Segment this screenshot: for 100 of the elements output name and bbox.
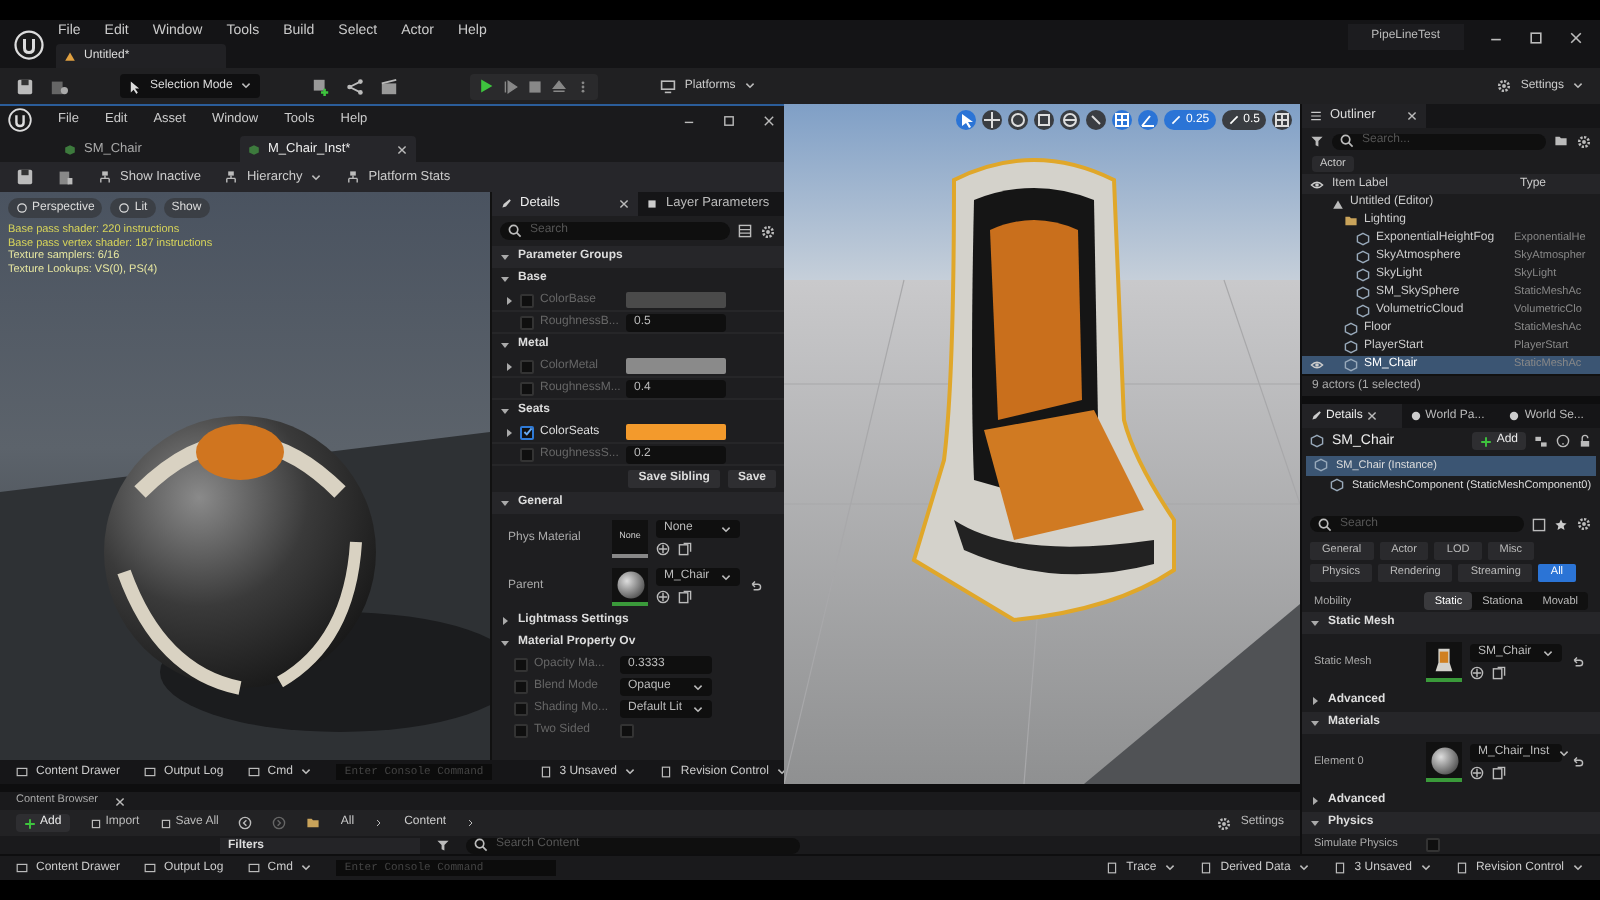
close-icon[interactable] bbox=[762, 113, 776, 127]
expanded-arrow-icon[interactable] bbox=[500, 638, 510, 648]
color-swatch[interactable] bbox=[626, 424, 726, 440]
maximize-icon[interactable] bbox=[1528, 30, 1544, 46]
expanded-arrow-icon[interactable] bbox=[500, 406, 510, 416]
collapsed-arrow-icon[interactable] bbox=[500, 616, 510, 626]
use-selected-icon[interactable] bbox=[656, 590, 670, 604]
save-icon[interactable] bbox=[16, 77, 34, 95]
reset-arrow-icon[interactable] bbox=[748, 579, 762, 593]
drawer-icon bbox=[16, 862, 28, 874]
folder-icon bbox=[1344, 214, 1358, 228]
checkbox[interactable] bbox=[520, 315, 534, 329]
browse-asset-icon[interactable] bbox=[58, 169, 74, 185]
maximize-icon[interactable] bbox=[722, 113, 736, 127]
folder-icon bbox=[306, 816, 321, 830]
settings-icon[interactable] bbox=[1496, 78, 1513, 94]
status-icon bbox=[1106, 862, 1119, 874]
history-back-icon[interactable] bbox=[238, 816, 253, 830]
caret-icon bbox=[300, 766, 313, 778]
status-icon bbox=[1200, 862, 1213, 874]
checkbox[interactable] bbox=[620, 724, 634, 738]
eye-icon[interactable] bbox=[1310, 358, 1324, 372]
close-icon[interactable] bbox=[1568, 30, 1584, 46]
use-selected-icon[interactable] bbox=[1470, 766, 1484, 780]
eye-icon[interactable] bbox=[1310, 177, 1324, 191]
status-icon bbox=[539, 766, 552, 778]
browse-icon[interactable] bbox=[678, 542, 692, 556]
expanded-arrow-icon[interactable] bbox=[500, 252, 510, 262]
checkbox[interactable] bbox=[514, 702, 528, 716]
star-icon[interactable] bbox=[1554, 517, 1568, 532]
cinematics-icon[interactable] bbox=[380, 77, 399, 95]
use-selected-icon[interactable] bbox=[1470, 666, 1484, 680]
search-icon bbox=[1340, 134, 1354, 148]
plus-icon bbox=[1480, 435, 1493, 448]
caret-icon bbox=[1557, 747, 1570, 759]
table-view-icon[interactable] bbox=[1532, 517, 1546, 532]
caret-icon bbox=[743, 80, 756, 92]
hierarchy-nodes-icon bbox=[98, 170, 112, 184]
add-folder-icon[interactable] bbox=[1554, 134, 1568, 148]
caret-icon bbox=[624, 766, 637, 778]
expanded-arrow-icon[interactable] bbox=[1310, 618, 1320, 628]
stop-icon[interactable] bbox=[528, 79, 543, 93]
expanded-arrow-icon[interactable] bbox=[1310, 718, 1320, 728]
color-swatch[interactable] bbox=[626, 358, 726, 374]
color-swatch[interactable] bbox=[626, 292, 726, 308]
browse-icon[interactable] bbox=[1492, 766, 1506, 780]
engine-logo-icon bbox=[13, 29, 43, 59]
blueprint-icon[interactable] bbox=[1534, 434, 1548, 449]
table-view-icon[interactable] bbox=[738, 224, 752, 238]
status-icon bbox=[1334, 862, 1347, 874]
step-icon[interactable] bbox=[504, 79, 519, 93]
collapsed-arrow-icon[interactable] bbox=[504, 427, 514, 437]
caret-icon bbox=[300, 862, 313, 874]
add-actor-icon[interactable] bbox=[312, 77, 331, 95]
close-icon[interactable] bbox=[618, 198, 630, 210]
settings-icon[interactable] bbox=[760, 223, 776, 239]
checkbox[interactable] bbox=[520, 359, 534, 373]
cursor-icon bbox=[128, 79, 142, 93]
checkbox[interactable] bbox=[520, 447, 534, 461]
save-icon[interactable] bbox=[16, 168, 34, 186]
checkbox[interactable] bbox=[1426, 837, 1440, 851]
play-icon[interactable] bbox=[478, 78, 495, 94]
close-icon[interactable] bbox=[396, 143, 408, 155]
close-icon[interactable] bbox=[1366, 410, 1379, 422]
expanded-arrow-icon[interactable] bbox=[1310, 818, 1320, 828]
checkbox[interactable] bbox=[520, 293, 534, 307]
settings-icon[interactable] bbox=[1216, 815, 1233, 831]
checkbox[interactable] bbox=[520, 381, 534, 395]
browse-icon[interactable] bbox=[1492, 666, 1506, 680]
source-control-icon[interactable] bbox=[50, 77, 68, 95]
save-all-icon bbox=[159, 817, 172, 829]
checkbox[interactable] bbox=[520, 425, 534, 439]
reset-arrow-icon[interactable] bbox=[1570, 655, 1584, 669]
search-icon bbox=[474, 838, 488, 852]
checkbox[interactable] bbox=[514, 724, 528, 738]
lit-sphere-icon bbox=[118, 202, 131, 214]
settings-icon[interactable] bbox=[1576, 133, 1592, 149]
expanded-arrow-icon[interactable] bbox=[500, 498, 510, 508]
collapsed-arrow-icon[interactable] bbox=[1310, 696, 1320, 706]
blueprint-icon[interactable] bbox=[346, 77, 365, 95]
expanded-arrow-icon[interactable] bbox=[500, 340, 510, 350]
browse-icon[interactable] bbox=[678, 590, 692, 604]
use-selected-icon[interactable] bbox=[656, 542, 670, 556]
reset-arrow-icon[interactable] bbox=[1570, 755, 1584, 769]
asset-icon bbox=[248, 143, 260, 155]
help-icon[interactable] bbox=[1556, 434, 1570, 449]
globe-icon bbox=[1508, 410, 1521, 422]
collapsed-arrow-icon[interactable] bbox=[504, 295, 514, 305]
collapsed-arrow-icon[interactable] bbox=[1310, 796, 1320, 806]
expanded-arrow-icon[interactable] bbox=[500, 274, 510, 284]
history-forward-icon[interactable] bbox=[272, 816, 287, 830]
filter-icon[interactable] bbox=[1310, 134, 1324, 148]
lock-icon[interactable] bbox=[1578, 434, 1592, 449]
eject-icon[interactable] bbox=[552, 79, 567, 93]
checkbox[interactable] bbox=[514, 680, 528, 694]
close-icon[interactable] bbox=[113, 795, 126, 807]
settings-icon[interactable] bbox=[1576, 516, 1592, 533]
collapsed-arrow-icon[interactable] bbox=[504, 361, 514, 371]
checkbox[interactable] bbox=[514, 658, 528, 672]
close-icon[interactable] bbox=[1406, 110, 1418, 122]
